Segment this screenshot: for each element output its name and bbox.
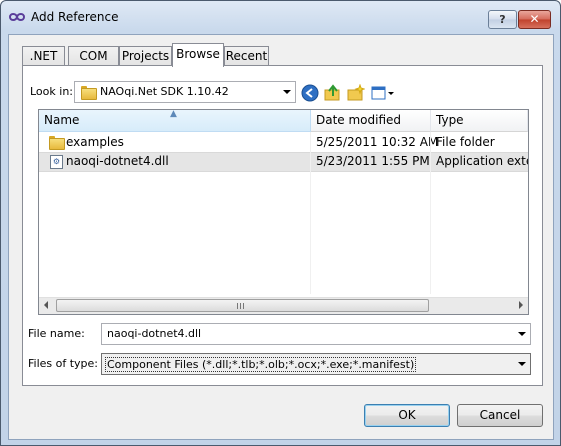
file-name-cell: naoqi-dotnet4.dll <box>66 154 169 168</box>
view-menu-icon[interactable] <box>371 84 395 102</box>
file-name-field[interactable]: naoqi-dotnet4.dll <box>101 323 531 345</box>
tab-dotnet[interactable]: .NET <box>22 46 65 66</box>
sort-ascending-icon: ▲ <box>170 110 177 119</box>
column-header-type[interactable]: Type <box>431 110 528 132</box>
horizontal-scrollbar[interactable] <box>39 297 528 314</box>
title-bar[interactable]: Add Reference ? ✕ <box>1 1 560 33</box>
column-divider <box>430 132 431 294</box>
list-item[interactable]: ⚙ naoqi-dotnet4.dll 5/23/2011 1:55 PM Ap… <box>39 152 528 172</box>
file-list[interactable]: ▲ Name Date modified Type examples 5/25/… <box>38 109 529 315</box>
browse-panel: Look in: NAOqi.Net SDK 1.10.42 ▲ Name Da… <box>22 65 543 386</box>
folder-icon <box>81 86 97 100</box>
files-of-type-label: Files of type: <box>28 357 99 370</box>
tab-recent[interactable]: Recent <box>224 46 269 66</box>
file-name-label: File name: <box>28 327 85 340</box>
column-divider <box>310 132 311 294</box>
file-name-value: naoqi-dotnet4.dll <box>107 327 202 340</box>
files-of-type-value: Component Files (*.dll;*.tlb;*.olb;*.ocx… <box>105 357 417 372</box>
cancel-button[interactable]: Cancel <box>457 404 543 427</box>
scroll-left-icon[interactable] <box>44 301 48 309</box>
files-of-type-select[interactable]: Component Files (*.dll;*.tlb;*.olb;*.ocx… <box>101 353 531 375</box>
dialog-body: .NET COM Projects Browse Recent Look in:… <box>8 34 554 440</box>
folder-icon <box>49 136 65 150</box>
date-cell: 5/23/2011 1:55 PM <box>316 154 430 168</box>
up-folder-icon[interactable] <box>324 84 342 102</box>
look-in-value: NAOqi.Net SDK 1.10.42 <box>100 85 229 98</box>
file-name-cell: examples <box>66 135 124 149</box>
type-cell: File folder <box>436 135 495 149</box>
chevron-down-icon[interactable] <box>518 362 526 366</box>
help-button[interactable]: ? <box>488 10 517 29</box>
dll-file-icon: ⚙ <box>50 155 63 169</box>
look-in-combo[interactable]: NAOqi.Net SDK 1.10.42 <box>74 81 296 103</box>
back-icon[interactable] <box>301 84 319 102</box>
chevron-down-icon[interactable] <box>518 332 526 336</box>
list-item[interactable]: examples 5/25/2011 10:32 AM File folder <box>39 133 528 153</box>
column-header-date[interactable]: Date modified <box>311 110 431 132</box>
column-header-name[interactable]: ▲ Name <box>39 110 311 132</box>
grip-icon <box>237 303 246 309</box>
scrollbar-thumb[interactable] <box>56 299 429 312</box>
add-reference-dialog: Add Reference ? ✕ .NET COM Projects Brow… <box>0 0 561 446</box>
chevron-down-icon[interactable] <box>283 90 291 94</box>
ok-button[interactable]: OK <box>364 404 450 427</box>
scroll-right-icon[interactable] <box>519 301 523 309</box>
tab-browse[interactable]: Browse <box>172 43 224 67</box>
new-folder-icon[interactable] <box>347 84 365 102</box>
look-in-label: Look in: <box>30 85 73 98</box>
type-cell: Application exter <box>436 154 528 168</box>
tab-com[interactable]: COM <box>68 46 119 66</box>
visual-studio-icon <box>9 13 25 21</box>
close-button[interactable]: ✕ <box>518 10 551 29</box>
tab-projects[interactable]: Projects <box>119 46 172 66</box>
date-cell: 5/25/2011 10:32 AM <box>316 135 439 149</box>
window-title: Add Reference <box>31 10 119 24</box>
